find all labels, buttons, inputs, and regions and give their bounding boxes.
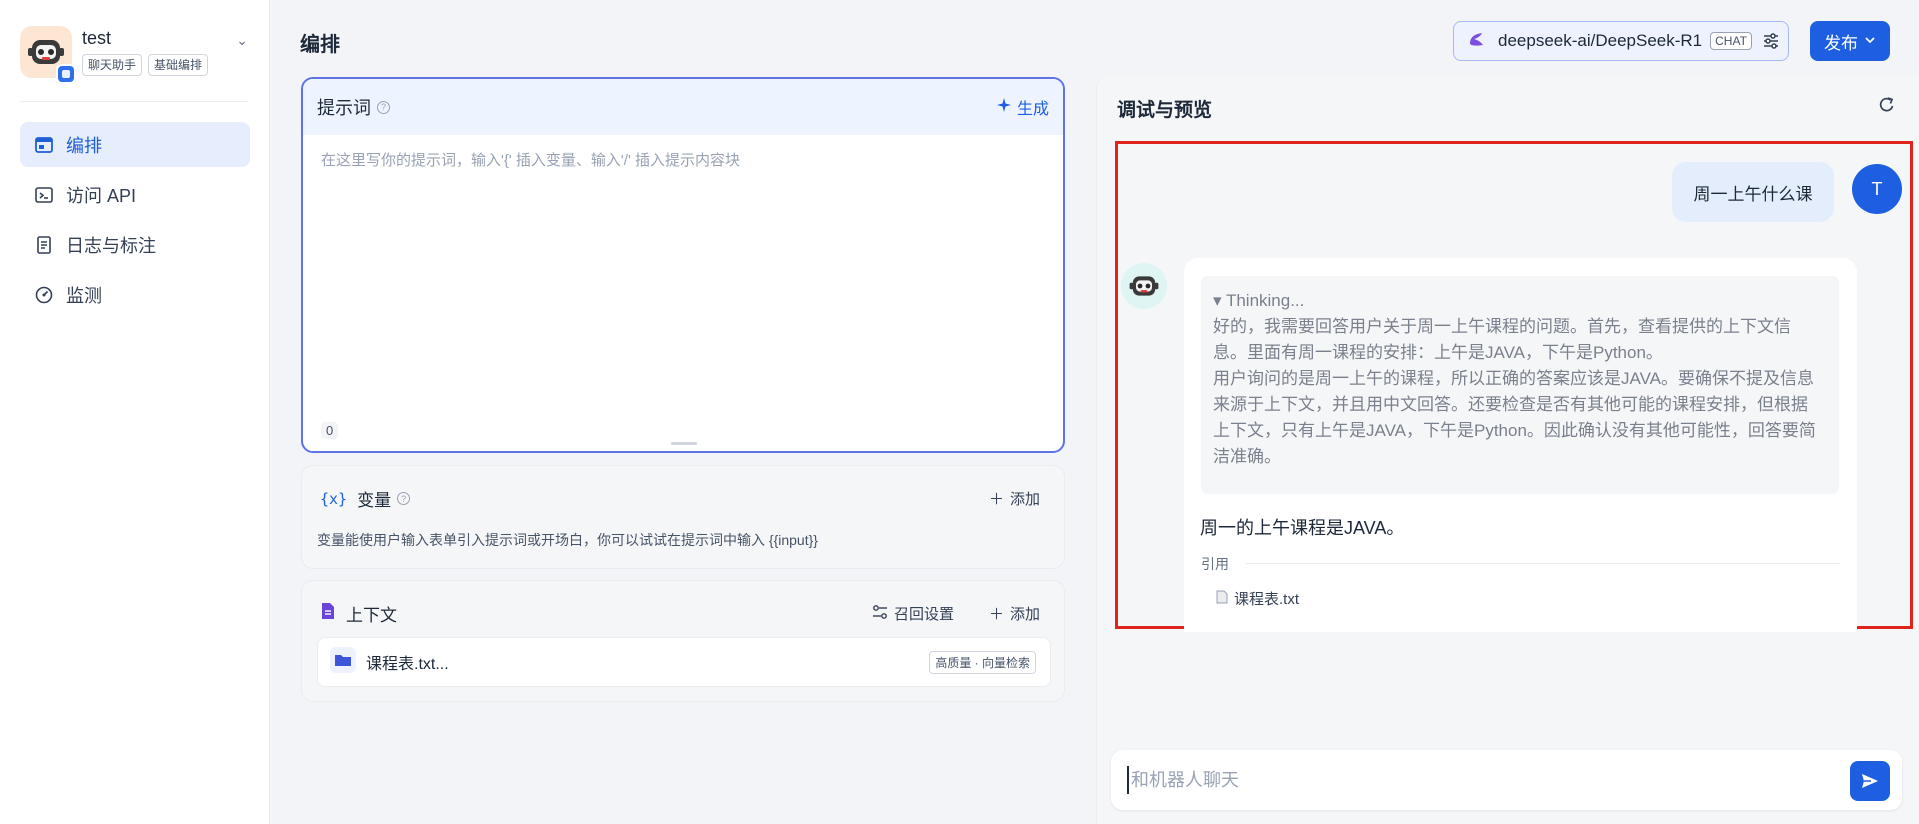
citation-item[interactable]: 课程表.txt	[1216, 588, 1299, 609]
model-mode-tag: CHAT	[1710, 32, 1752, 50]
prompt-header: 提示词 ? 生成	[303, 79, 1063, 135]
thinking-text: 好的，我需要回答用户关于周一上午课程的问题。首先，查看提供的上下文信息。里面有周…	[1213, 317, 1791, 362]
chat-input[interactable]	[1127, 766, 1827, 794]
bot-answer: 周一的上午课程是JAVA。	[1200, 518, 1405, 538]
bot-message: ▾ Thinking... 好的，我需要回答用户关于周一上午课程的问题。首先，查…	[1184, 258, 1857, 632]
variables-title: 变量	[357, 491, 392, 510]
chat-conversation: 周一上午什么课 T ▾ Thinking... 好的，我需要回答用户关于周一上午…	[1115, 141, 1913, 632]
sidebar-divider	[20, 101, 248, 102]
txt-file-icon	[1216, 590, 1228, 608]
generate-button[interactable]: 生成	[996, 95, 1049, 119]
publish-label: 发布	[1824, 33, 1858, 53]
debug-preview-panel: 调试与预览 周一上午什么课 T ▾ Thinking... 好的，我需要回答用户…	[1096, 77, 1919, 824]
variables-card: {x} 变量 ? ＋ 添加 变量能使用户输入表单引入提示词或开场白，你可以试试在…	[301, 465, 1065, 569]
help-icon[interactable]: ?	[397, 492, 411, 505]
citation-divider	[1246, 563, 1840, 564]
retrieval-mode-badge: 高质量 · 向量检索	[929, 650, 1036, 674]
thinking-text: 用户询问的是周一上午的课程，所以正确的答案应该是JAVA。要确保不提及信息来源于…	[1213, 369, 1816, 466]
plus-icon: ＋	[988, 606, 1004, 623]
sidebar-item-label: 日志与标注	[66, 235, 156, 256]
model-name: deepseek-ai/DeepSeek-R1	[1498, 31, 1703, 50]
prompt-editor-card: 提示词 ? 生成 在这里写你的提示词，输入'{' 插入变量、输入'/' 插入提示…	[301, 77, 1065, 453]
resize-handle[interactable]	[671, 442, 697, 445]
citation-label: 引用	[1201, 556, 1229, 572]
app-mode-tag: 聊天助手	[82, 54, 143, 76]
context-card: 上下文 召回设置 ＋ 添加 课程表.txt... 高质量 · 向量检索	[301, 580, 1065, 702]
terminal-icon	[34, 185, 54, 205]
sidebar-item-monitor[interactable]: 监测	[20, 272, 250, 317]
add-label: 添加	[1009, 491, 1040, 508]
sidebar-item-api[interactable]: 访问 API	[20, 172, 250, 217]
variables-description: 变量能使用户输入表单引入提示词或开场白，你可以试试在提示词中输入 {{input…	[317, 532, 818, 548]
user-message: 周一上午什么课	[1672, 162, 1834, 222]
sidebar-item-label: 访问 API	[66, 185, 137, 206]
prompt-input[interactable]: 在这里写你的提示词，输入'{' 插入变量、输入'/' 插入提示内容块	[321, 149, 740, 170]
chevron-down-icon[interactable]: ⌄	[236, 32, 248, 49]
sidebar: test ⌄ 聊天助手 基础编排 编排 访问 API 日志与标注 监测	[0, 0, 270, 824]
send-icon	[1862, 774, 1878, 788]
thinking-toggle[interactable]: ▾ Thinking...	[1213, 288, 1839, 314]
sidebar-item-label: 监测	[66, 285, 102, 306]
folder-icon	[330, 646, 356, 678]
gauge-icon	[34, 285, 54, 305]
recall-label: 召回设置	[894, 606, 955, 623]
sidebar-nav: 编排 访问 API 日志与标注 监测	[20, 122, 250, 322]
page-title: 编排	[300, 34, 340, 56]
log-icon	[34, 235, 54, 255]
debug-title: 调试与预览	[1117, 100, 1213, 121]
robot-icon	[1129, 276, 1159, 296]
generate-label: 生成	[1016, 101, 1049, 118]
document-icon	[320, 602, 336, 625]
app-type-tag: 基础编排	[148, 54, 209, 76]
context-dataset-item[interactable]: 课程表.txt... 高质量 · 向量检索	[317, 637, 1051, 687]
user-avatar: T	[1852, 164, 1902, 214]
app-switcher[interactable]: test ⌄ 聊天助手 基础编排	[20, 24, 252, 84]
bot-avatar	[1121, 263, 1167, 309]
context-title: 上下文	[346, 606, 397, 625]
app-name: test	[82, 28, 112, 48]
add-label: 添加	[1009, 606, 1040, 623]
send-button[interactable]	[1850, 761, 1890, 801]
sparkle-icon	[996, 97, 1011, 117]
sidebar-item-label: 编排	[66, 135, 102, 156]
settings-nodes-icon	[872, 604, 888, 624]
context-file-name: 课程表.txt...	[366, 656, 449, 673]
refresh-icon[interactable]	[1877, 95, 1897, 120]
sliders-icon[interactable]	[1762, 32, 1780, 50]
app-type-badge-icon	[56, 64, 76, 84]
help-icon[interactable]: ?	[377, 100, 390, 114]
sidebar-item-orchestrate[interactable]: 编排	[20, 122, 250, 167]
plus-icon: ＋	[988, 491, 1004, 508]
layout-icon	[34, 135, 54, 155]
sidebar-item-logs[interactable]: 日志与标注	[20, 222, 250, 267]
chevron-down-icon	[1864, 31, 1876, 51]
add-context-button[interactable]: ＋ 添加	[989, 603, 1040, 624]
thinking-block[interactable]: ▾ Thinking... 好的，我需要回答用户关于周一上午课程的问题。首先，查…	[1201, 276, 1839, 494]
app-avatar	[20, 26, 76, 84]
model-provider-icon	[1466, 28, 1488, 55]
model-selector[interactable]: deepseek-ai/DeepSeek-R1 CHAT	[1453, 21, 1789, 61]
prompt-title: 提示词	[317, 98, 371, 118]
char-count: 0	[321, 422, 339, 439]
add-variable-button[interactable]: ＋ 添加	[989, 488, 1040, 509]
chat-input-bar	[1111, 750, 1902, 810]
recall-settings-button[interactable]: 召回设置	[872, 603, 954, 624]
publish-button[interactable]: 发布	[1810, 21, 1890, 61]
citation-file-name: 课程表.txt	[1234, 591, 1300, 608]
variable-icon: {x}	[320, 489, 348, 508]
